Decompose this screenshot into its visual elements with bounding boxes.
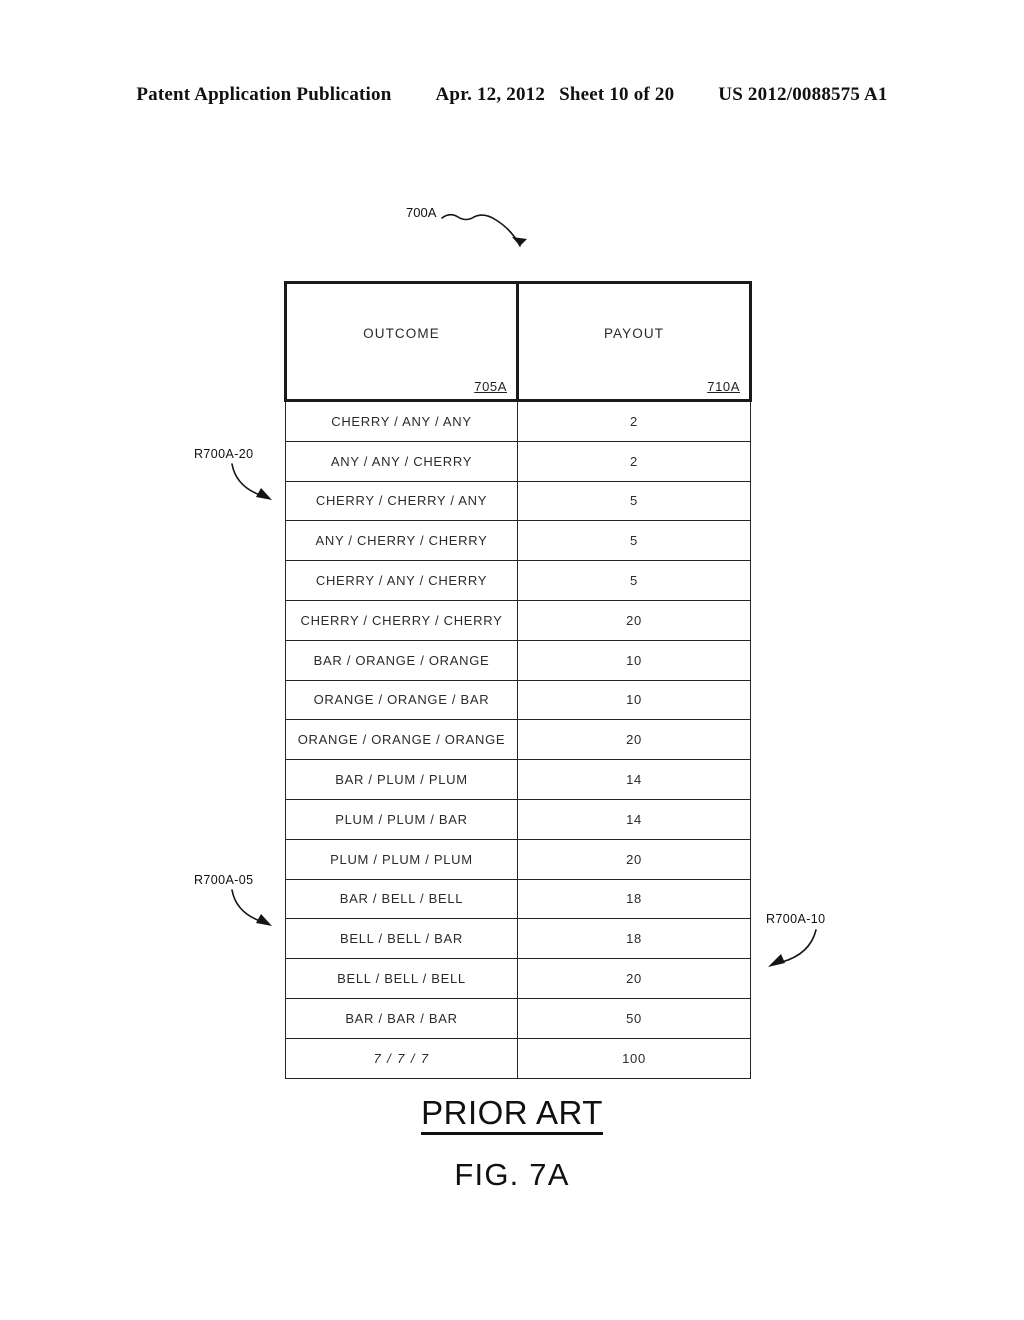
cell-payout: 5 — [517, 560, 751, 601]
table-row: ORANGE / ORANGE / BAR 10 — [285, 679, 751, 721]
cell-payout: 18 — [517, 878, 751, 920]
cell-outcome: CHERRY / ANY / ANY — [285, 400, 518, 442]
prior-art-wrapper: PRIOR ART — [0, 1095, 1024, 1135]
cell-outcome: 7 / 7 / 7 — [285, 1037, 518, 1079]
table-row: BELL / BELL / BAR 18 — [285, 918, 751, 960]
table-row: CHERRY / ANY / CHERRY 5 — [285, 560, 751, 601]
callout-r700a-10-leader-line — [768, 929, 817, 967]
cell-outcome: BELL / BELL / BAR — [285, 918, 518, 960]
cell-payout: 20 — [517, 958, 751, 999]
table-row: CHERRY / ANY / ANY 2 — [285, 400, 751, 442]
table-row: 7 / 7 / 7 100 — [285, 1037, 751, 1079]
cell-outcome: CHERRY / ANY / CHERRY — [285, 560, 518, 601]
cell-outcome: ANY / ANY / CHERRY — [285, 440, 518, 482]
paytable-header-row: OUTCOME 705A PAYOUT 710A — [284, 281, 752, 402]
column-header-outcome-label: OUTCOME — [363, 325, 440, 341]
cell-outcome: BELL / BELL / BELL — [285, 958, 518, 999]
cell-payout: 10 — [517, 679, 751, 721]
callout-r700a-10-label: R700A-10 — [766, 912, 826, 926]
table-row: BAR / BAR / BAR 50 — [285, 997, 751, 1039]
figure-number-label: FIG. 7A — [454, 1156, 570, 1192]
table-row: ORANGE / ORANGE / ORANGE 20 — [285, 719, 751, 761]
cell-outcome: BAR / ORANGE / ORANGE — [285, 639, 518, 681]
column-header-outcome-ref: 705A — [474, 379, 507, 394]
cell-outcome: PLUM / PLUM / BAR — [285, 798, 518, 840]
cell-outcome: ANY / CHERRY / CHERRY — [285, 520, 518, 562]
paytable-header: OUTCOME 705A PAYOUT 710A — [284, 281, 752, 402]
table-row: CHERRY / CHERRY / ANY 5 — [285, 480, 751, 522]
cell-outcome: BAR / BAR / BAR — [285, 997, 518, 1039]
table-row: BAR / ORANGE / ORANGE 10 — [285, 639, 751, 681]
table-row: ANY / CHERRY / CHERRY 5 — [285, 520, 751, 562]
cell-outcome: CHERRY / CHERRY / CHERRY — [285, 599, 518, 641]
column-header-outcome: OUTCOME 705A — [284, 281, 519, 402]
cell-payout: 50 — [517, 997, 751, 1039]
cell-outcome: BAR / BELL / BELL — [285, 878, 518, 920]
figure-7a: 700A OUTCOME 705A PAYOUT 710A CHERRY / A… — [0, 0, 1024, 1320]
cell-payout: 20 — [517, 599, 751, 641]
column-header-payout: PAYOUT 710A — [516, 281, 752, 402]
figure-caption: PRIOR ART FIG. 7A — [0, 1095, 1024, 1193]
table-row: CHERRY / CHERRY / CHERRY 20 — [285, 599, 751, 641]
cell-payout: 5 — [517, 480, 751, 522]
callout-700a-label: 700A — [406, 205, 437, 220]
cell-outcome: BAR / PLUM / PLUM — [285, 759, 518, 800]
cell-outcome: ORANGE / ORANGE / BAR — [285, 679, 518, 721]
paytable-700a: OUTCOME 705A PAYOUT 710A CHERRY / ANY / … — [284, 281, 752, 1079]
cell-outcome: ORANGE / ORANGE / ORANGE — [285, 719, 518, 761]
cell-outcome: CHERRY / CHERRY / ANY — [285, 480, 518, 522]
cell-payout: 20 — [517, 719, 751, 761]
cell-payout: 5 — [517, 520, 751, 562]
cell-payout: 20 — [517, 838, 751, 880]
table-row: PLUM / PLUM / BAR 14 — [285, 798, 751, 840]
table-row: BAR / BELL / BELL 18 — [285, 878, 751, 920]
paytable-body: CHERRY / ANY / ANY 2 ANY / ANY / CHERRY 2 … — [285, 400, 751, 1079]
cell-outcome: PLUM / PLUM / PLUM — [285, 838, 518, 880]
cell-payout: 10 — [517, 639, 751, 681]
cell-payout: 18 — [517, 918, 751, 960]
table-row: BAR / PLUM / PLUM 14 — [285, 759, 751, 800]
callout-r700a-05-label: R700A-05 — [194, 873, 254, 887]
cell-payout: 14 — [517, 798, 751, 840]
callout-r700a-20-label: R700A-20 — [194, 447, 254, 461]
table-row: BELL / BELL / BELL 20 — [285, 958, 751, 999]
table-row: ANY / ANY / CHERRY 2 — [285, 440, 751, 482]
cell-payout: 14 — [517, 759, 751, 800]
prior-art-label: PRIOR ART — [421, 1095, 603, 1135]
table-row: PLUM / PLUM / PLUM 20 — [285, 838, 751, 880]
cell-payout: 2 — [517, 400, 751, 442]
column-header-payout-ref: 710A — [707, 379, 740, 394]
cell-payout: 2 — [517, 440, 751, 482]
cell-payout: 100 — [517, 1037, 751, 1079]
callout-700a-leader-line — [441, 213, 527, 247]
column-header-payout-label: PAYOUT — [603, 325, 665, 341]
